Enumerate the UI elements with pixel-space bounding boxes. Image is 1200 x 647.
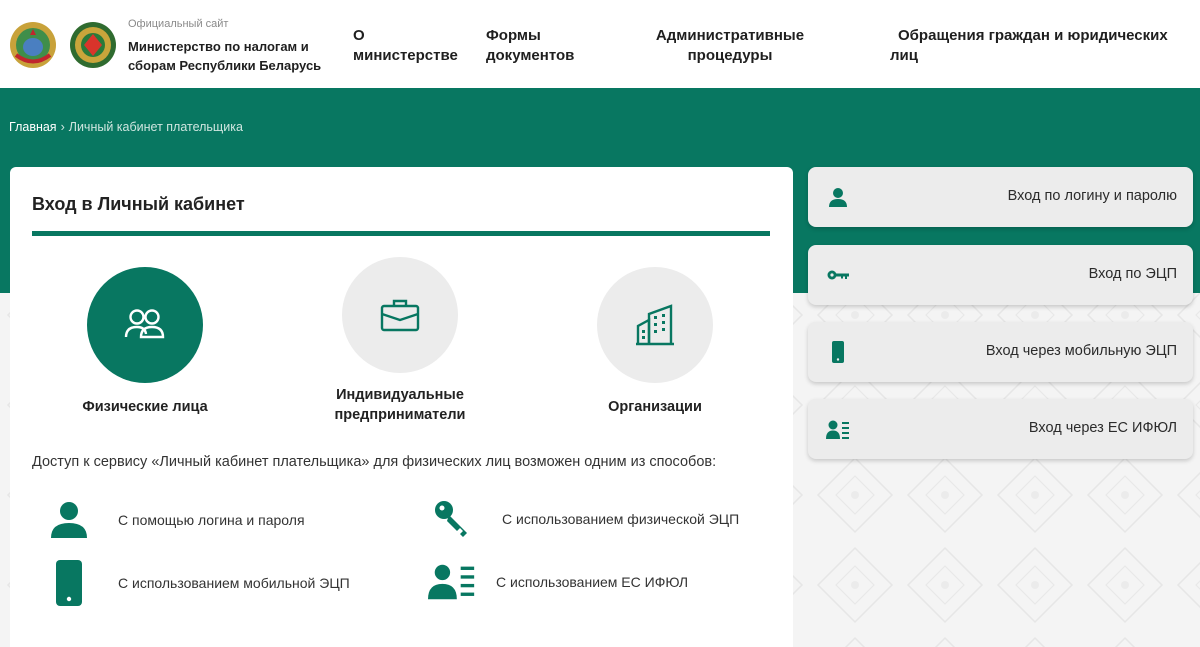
chevron-right-icon: › xyxy=(60,120,65,134)
method-es-ifyul: С использованием ЕС ИФЮЛ xyxy=(428,563,688,601)
category-entrepreneurs-circle[interactable] xyxy=(342,257,458,373)
person-icon xyxy=(829,188,847,207)
mobile-signature-button[interactable]: Вход через мобильную ЭЦП xyxy=(808,322,1193,382)
method-mobile-signature-label: С использованием мобильной ЭЦП xyxy=(118,575,350,591)
card-divider xyxy=(32,231,770,236)
category-organizations[interactable]: Организации xyxy=(540,267,770,417)
category-individuals-label: Физические лица xyxy=(82,399,208,415)
id-card-icon xyxy=(826,420,849,439)
access-description: Доступ к сервису «Личный кабинет платель… xyxy=(32,454,717,470)
ministry-emblem-icon[interactable] xyxy=(68,20,118,70)
key-icon xyxy=(827,270,849,280)
key-icon xyxy=(428,499,478,539)
login-password-button-label: Вход по логину и паролю xyxy=(1007,188,1177,204)
nav-about-ministry[interactable]: О министерстве xyxy=(353,26,468,66)
mobile-icon xyxy=(44,559,94,607)
site-header: Официальный сайт Министерство по налогам… xyxy=(0,0,1200,88)
site-title[interactable]: Министерство по налогам и сборам Республ… xyxy=(128,37,358,75)
card-title: Вход в Личный кабинет xyxy=(32,194,245,214)
mobile-signature-button-label: Вход через мобильную ЭЦП xyxy=(985,343,1177,359)
method-physical-signature-label: С использованием физической ЭЦП xyxy=(502,511,740,527)
login-password-button[interactable]: Вход по логину и паролю xyxy=(808,167,1193,227)
method-login-password: С помощью логина и пароля xyxy=(44,501,305,539)
category-organizations-label: Организации xyxy=(608,399,702,415)
belarus-emblem-icon[interactable] xyxy=(8,20,58,70)
nav-admin-procedures[interactable]: Административные процедуры xyxy=(645,26,815,66)
es-ifyul-button[interactable]: Вход через ЕС ИФЮЛ xyxy=(808,399,1193,459)
login-card: Вход в Личный кабинет Физические лица Ин… xyxy=(10,167,793,647)
nav-document-forms[interactable]: Формы документов xyxy=(486,26,586,66)
breadcrumb: Главная › Личный кабинет плательщика xyxy=(9,120,243,134)
id-card-icon xyxy=(428,563,478,601)
person-icon xyxy=(44,501,94,539)
users-icon xyxy=(124,309,165,339)
site-subtitle: Официальный сайт xyxy=(128,18,229,30)
breadcrumb-current: Личный кабинет плательщика xyxy=(68,120,243,134)
category-individuals[interactable]: Физические лица xyxy=(30,267,260,417)
mobile-icon xyxy=(832,341,844,363)
nav-citizen-appeals[interactable]: Обращения граждан и юридических лиц xyxy=(890,26,1185,66)
method-mobile-signature: С использованием мобильной ЭЦП xyxy=(44,559,358,607)
category-entrepreneurs[interactable]: Индивидуальные предприниматели xyxy=(285,257,515,425)
building-icon xyxy=(636,304,674,346)
method-login-password-label: С помощью логина и пароля xyxy=(118,512,305,528)
digital-signature-button[interactable]: Вход по ЭЦП xyxy=(808,245,1193,305)
category-individuals-circle[interactable] xyxy=(87,267,203,383)
category-organizations-circle[interactable] xyxy=(597,267,713,383)
es-ifyul-button-label: Вход через ЕС ИФЮЛ xyxy=(1028,420,1177,436)
method-physical-signature: С использованием физической ЭЦП xyxy=(428,499,742,539)
briefcase-icon xyxy=(380,299,420,332)
digital-signature-button-label: Вход по ЭЦП xyxy=(1088,266,1177,282)
method-es-ifyul-label: С использованием ЕС ИФЮЛ xyxy=(496,574,689,590)
breadcrumb-home-link[interactable]: Главная xyxy=(9,120,57,134)
category-entrepreneurs-label: Индивидуальные предприниматели xyxy=(334,387,466,423)
